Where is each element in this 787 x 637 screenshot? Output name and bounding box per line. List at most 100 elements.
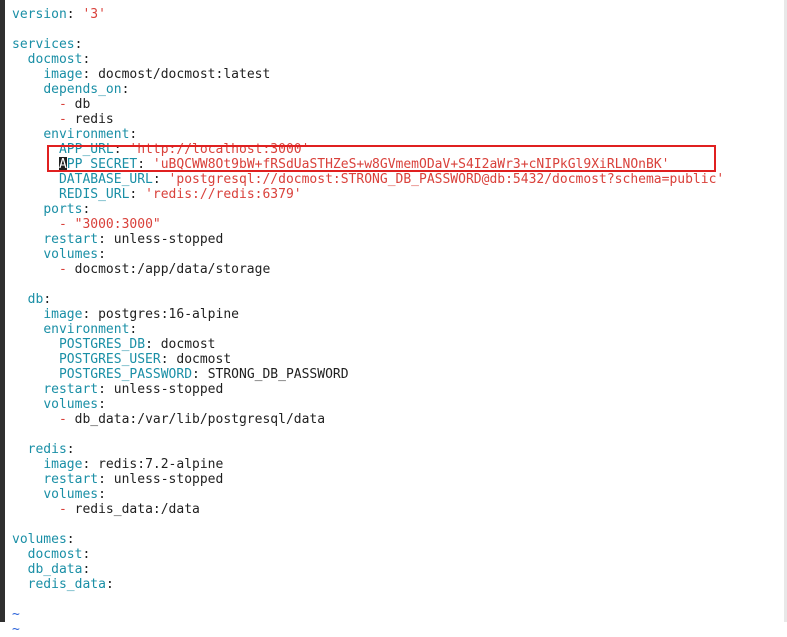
code-line[interactable]: db_data: <box>12 562 91 577</box>
yaml-key: POSTGRES_PASSWORD <box>58 367 193 382</box>
yaml-value: unless-stopped <box>113 472 224 487</box>
yaml-value: docmost:/app/data/storage <box>74 262 271 277</box>
yaml-colon: : <box>74 37 83 52</box>
yaml-key: db_data <box>27 562 83 577</box>
code-line[interactable]: depends_on: <box>12 82 129 97</box>
yaml-colon: : <box>66 442 75 457</box>
yaml-key: volumes <box>43 247 99 262</box>
yaml-value: docmost <box>160 337 216 352</box>
code-line[interactable]: docmost: <box>12 52 91 67</box>
yaml-key: services <box>12 37 75 52</box>
yaml-colon: : <box>43 292 52 307</box>
code-line[interactable]: REDIS_URL: 'redis://redis:6379' <box>12 187 302 202</box>
yaml-key: docmost <box>27 547 83 562</box>
yaml-value: 'redis://redis:6379' <box>145 187 302 202</box>
yaml-colon: : <box>82 67 99 82</box>
yaml-colon: : <box>105 577 114 592</box>
yaml-colon: : <box>82 562 91 577</box>
code-line[interactable]: restart: unless-stopped <box>12 232 223 247</box>
yaml-key: db <box>27 292 44 307</box>
code-line[interactable]: environment: <box>12 322 137 337</box>
code-line[interactable]: ~ <box>12 622 20 637</box>
yaml-value: 'postgresql://docmost:STRONG_DB_PASSWORD… <box>168 172 725 187</box>
yaml-colon: : <box>98 382 114 397</box>
yaml-value: 'uBQCWW8Ot9bW+fRSdUaSTHZeS+w8GVmemODaV+S… <box>152 157 670 172</box>
list-dash: - <box>58 112 75 127</box>
vim-editor[interactable]: version: '3' services: docmost: image: do… <box>0 0 787 637</box>
yaml-colon: : <box>152 172 169 187</box>
code-line[interactable]: - db_data:/var/lib/postgresql/data <box>12 412 325 427</box>
empty-line-tilde: ~ <box>12 622 20 637</box>
code-line[interactable]: - db <box>12 97 90 112</box>
yaml-key: docmost <box>27 52 83 67</box>
yaml-key: version <box>12 7 67 22</box>
code-line[interactable]: image: postgres:16-alpine <box>12 307 239 322</box>
code-line[interactable]: POSTGRES_USER: docmost <box>12 352 231 367</box>
code-line[interactable]: restart: unless-stopped <box>12 382 223 397</box>
code-line[interactable]: services: <box>12 37 82 52</box>
code-line[interactable]: version: '3' <box>12 7 106 22</box>
code-line[interactable]: environment: <box>12 127 137 142</box>
yaml-colon: : <box>82 52 91 67</box>
code-line[interactable]: - redis <box>12 112 114 127</box>
yaml-colon: : <box>82 547 91 562</box>
code-line[interactable]: - "3000:3000" <box>12 217 161 232</box>
code-line[interactable]: - docmost:/app/data/storage <box>12 262 270 277</box>
yaml-value: '3' <box>82 7 106 22</box>
code-line[interactable]: volumes: <box>12 532 75 547</box>
code-line[interactable]: redis_data: <box>12 577 114 592</box>
code-line[interactable]: restart: unless-stopped <box>12 472 223 487</box>
yaml-colon: : <box>160 352 177 367</box>
yaml-value: "3000:3000" <box>74 217 161 232</box>
yaml-value: 'http://localhost:3000' <box>129 142 310 157</box>
list-dash: - <box>58 97 75 112</box>
yaml-value: redis:7.2-alpine <box>98 457 224 472</box>
code-line[interactable]: image: docmost/docmost:latest <box>12 67 270 82</box>
yaml-colon: : <box>66 532 75 547</box>
yaml-key: PP_SECRET <box>66 157 138 172</box>
list-dash: - <box>58 262 75 277</box>
code-line[interactable]: volumes: <box>12 487 106 502</box>
code-line[interactable]: - redis_data:/data <box>12 502 200 517</box>
code-line[interactable]: image: redis:7.2-alpine <box>12 457 223 472</box>
code-line[interactable]: volumes: <box>12 397 106 412</box>
yaml-colon: : <box>82 457 99 472</box>
code-line[interactable]: APP_SECRET: 'uBQCWW8Ot9bW+fRSdUaSTHZeS+w… <box>12 157 669 172</box>
text-cursor: A <box>58 157 67 172</box>
code-line[interactable]: ports: <box>12 202 90 217</box>
yaml-colon: : <box>66 7 83 22</box>
code-line[interactable]: docmost: <box>12 547 91 562</box>
code-line[interactable]: POSTGRES_DB: docmost <box>12 337 216 352</box>
yaml-key: DATABASE_URL <box>58 172 153 187</box>
code-line[interactable]: volumes: <box>12 247 106 262</box>
yaml-key: restart <box>43 472 99 487</box>
code-line[interactable]: POSTGRES_PASSWORD: STRONG_DB_PASSWORD <box>12 367 349 382</box>
code-line[interactable]: redis: <box>12 442 75 457</box>
yaml-colon: : <box>98 247 106 262</box>
code-line[interactable]: db: <box>12 292 51 307</box>
yaml-key: depends_on <box>43 82 122 97</box>
yaml-key: image <box>43 307 83 322</box>
code-line[interactable]: ~ <box>12 607 20 622</box>
yaml-key: image <box>43 67 83 82</box>
code-line[interactable]: APP_URL: 'http://localhost:3000' <box>12 142 309 157</box>
yaml-key: restart <box>43 232 99 247</box>
yaml-value: redis_data:/data <box>74 502 200 517</box>
yaml-key: APP_URL <box>58 142 114 157</box>
code-line[interactable]: DATABASE_URL: 'postgresql://docmost:STRO… <box>12 172 724 187</box>
yaml-key: image <box>43 457 83 472</box>
yaml-key: volumes <box>12 532 67 547</box>
